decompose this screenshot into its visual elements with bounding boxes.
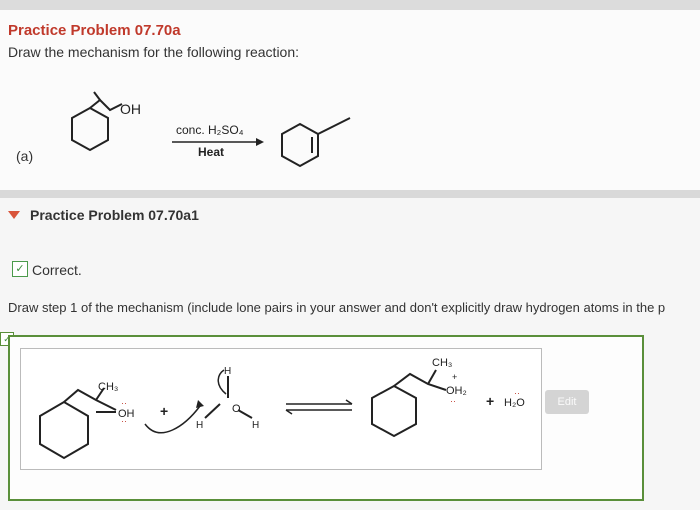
problem-panel: Practice Problem 07.70a Draw the mechani… xyxy=(0,0,700,190)
water-lone-pair: ·· xyxy=(514,388,520,398)
curved-arrow-1 xyxy=(144,405,201,434)
reactant-methyl xyxy=(93,91,101,101)
curved-arrowhead-1 xyxy=(196,400,204,408)
subproblem-panel: Practice Problem 07.70a1 ✓ Correct. Draw… xyxy=(0,198,700,510)
reagent-label: conc. H₂SO₄ xyxy=(176,123,244,137)
right-methyl-bond xyxy=(427,369,437,385)
right-charge-label: + xyxy=(452,372,457,382)
acid-h-right: H xyxy=(252,420,259,431)
problem-instructions: Draw the mechanism for the following rea… xyxy=(8,44,300,60)
problem-title: Practice Problem 07.70a xyxy=(8,22,181,39)
right-ch3-label: CH₃ xyxy=(432,357,452,369)
left-ring xyxy=(39,400,89,460)
left-lone-pairs: ·· xyxy=(121,398,127,408)
right-chain xyxy=(393,372,447,391)
acid-o-label: O xyxy=(232,403,241,415)
left-lone-pairs-bottom: ·· xyxy=(121,416,127,426)
reactant-ring xyxy=(71,106,109,152)
reactant-chain xyxy=(89,98,123,112)
mechanism-drawing: CH₃ OH ·· ·· + H H O H CH₃ OH₂ + ·· + H₂… xyxy=(39,357,525,460)
plus-sign-1: + xyxy=(160,403,168,419)
left-ch3-label: CH₃ xyxy=(98,381,118,393)
section-divider xyxy=(0,190,700,198)
product-chain xyxy=(317,117,351,135)
acid-h-top: H xyxy=(224,366,231,377)
water-label: H₂O xyxy=(504,397,525,409)
right-lone-pair: ·· xyxy=(450,396,456,406)
reagent-heat-label: Heat xyxy=(198,145,224,159)
plus-sign-2: + xyxy=(486,393,494,409)
acid-h-bond-left xyxy=(204,403,221,419)
top-strip xyxy=(0,0,700,10)
acid-h-left: H xyxy=(196,420,203,431)
reactant-oh-label: OH xyxy=(120,101,141,117)
reaction-arrowhead xyxy=(256,138,264,146)
right-ring xyxy=(371,384,417,438)
reaction-scheme: OH conc. H₂SO₄ Heat xyxy=(71,91,351,168)
